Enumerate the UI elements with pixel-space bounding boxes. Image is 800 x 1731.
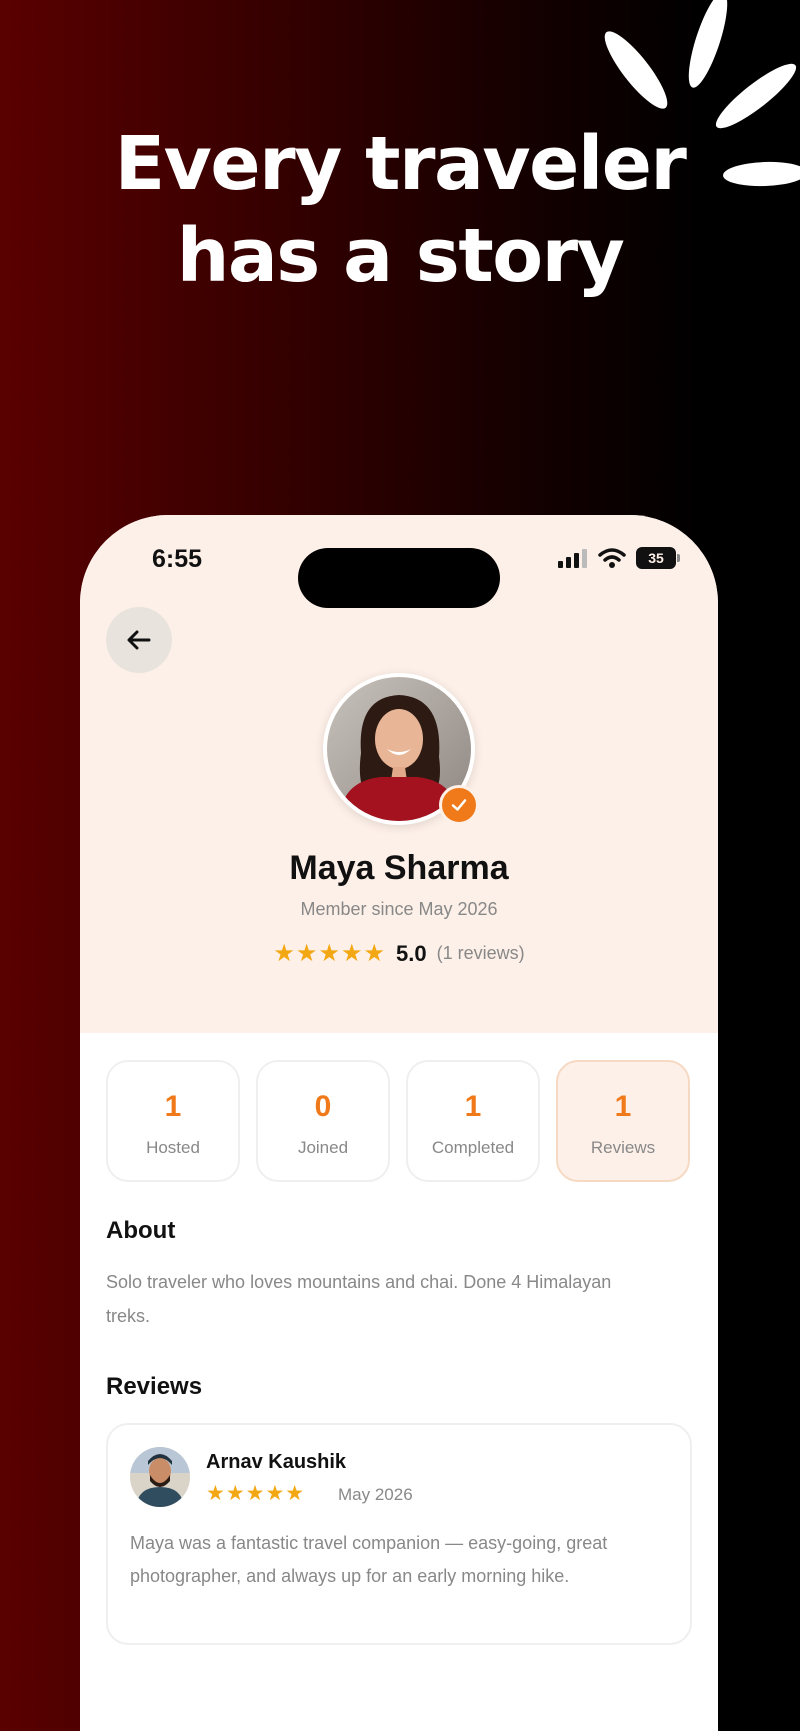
member-since: Member since May 2026 xyxy=(300,899,498,919)
stats-row: 1 Hosted 0 Joined 1 Completed 1 Reviews xyxy=(106,1060,692,1182)
stat-completed[interactable]: 1 Completed xyxy=(406,1060,540,1182)
review-text: Maya was a fantastic travel companion — … xyxy=(130,1533,608,1586)
reviewer-avatar[interactable] xyxy=(130,1447,190,1507)
verified-badge xyxy=(439,785,479,825)
stat-value: 0 xyxy=(314,1090,332,1123)
stat-hosted[interactable]: 1 Hosted xyxy=(106,1060,240,1182)
stat-joined[interactable]: 0 Joined xyxy=(256,1060,390,1182)
reviews-title: Reviews xyxy=(106,1373,203,1400)
status-time: 6:55 xyxy=(152,545,203,573)
stat-value: 1 xyxy=(164,1090,182,1123)
marketing-headline: Every traveler has a story xyxy=(0,118,800,302)
about-title: About xyxy=(106,1217,176,1244)
headline-line-1: Every traveler xyxy=(114,121,687,207)
review-count: (1 reviews) xyxy=(436,943,525,963)
reviewer-photo xyxy=(130,1447,190,1507)
check-badge-icon xyxy=(451,799,467,811)
rating-stars: ★★★★★ xyxy=(273,940,386,967)
profile-avatar[interactable] xyxy=(323,673,479,825)
stat-label: Completed xyxy=(431,1138,515,1157)
stat-reviews[interactable]: 1 Reviews xyxy=(556,1060,690,1182)
arrow-left-icon xyxy=(127,630,151,650)
stat-label: Joined xyxy=(297,1138,349,1157)
dynamic-island xyxy=(298,548,500,608)
reviewer-name[interactable]: Arnav Kaushik xyxy=(206,1451,346,1474)
review-date: May 2026 xyxy=(338,1485,413,1504)
back-button[interactable] xyxy=(106,607,172,673)
battery-icon: 35 xyxy=(636,547,680,569)
stat-value: 1 xyxy=(464,1090,482,1123)
profile-header: 6:55 35 Maya Sharma Member since May 202… xyxy=(80,515,718,1033)
review-card: Arnav Kaushik ★★★★★ May 2026 Maya was a … xyxy=(106,1423,692,1645)
review-stars: ★★★★★ xyxy=(206,1482,306,1505)
profile-name: Maya Sharma xyxy=(289,849,509,887)
stat-value: 1 xyxy=(614,1090,632,1123)
status-icons: 35 xyxy=(558,547,680,569)
wifi-icon xyxy=(598,548,626,568)
stat-label: Hosted xyxy=(146,1138,200,1157)
headline-line-2: has a story xyxy=(176,213,625,299)
signal-icon xyxy=(558,549,587,568)
about-text: Solo traveler who loves mountains and ch… xyxy=(106,1272,612,1326)
rating-row: ★★★★★ 5.0 (1 reviews) xyxy=(80,939,718,968)
phone-frame: 6:55 35 Maya Sharma Member since May 202… xyxy=(80,515,718,1731)
stat-label: Reviews xyxy=(590,1138,656,1157)
rating-value: 5.0 xyxy=(395,940,427,966)
